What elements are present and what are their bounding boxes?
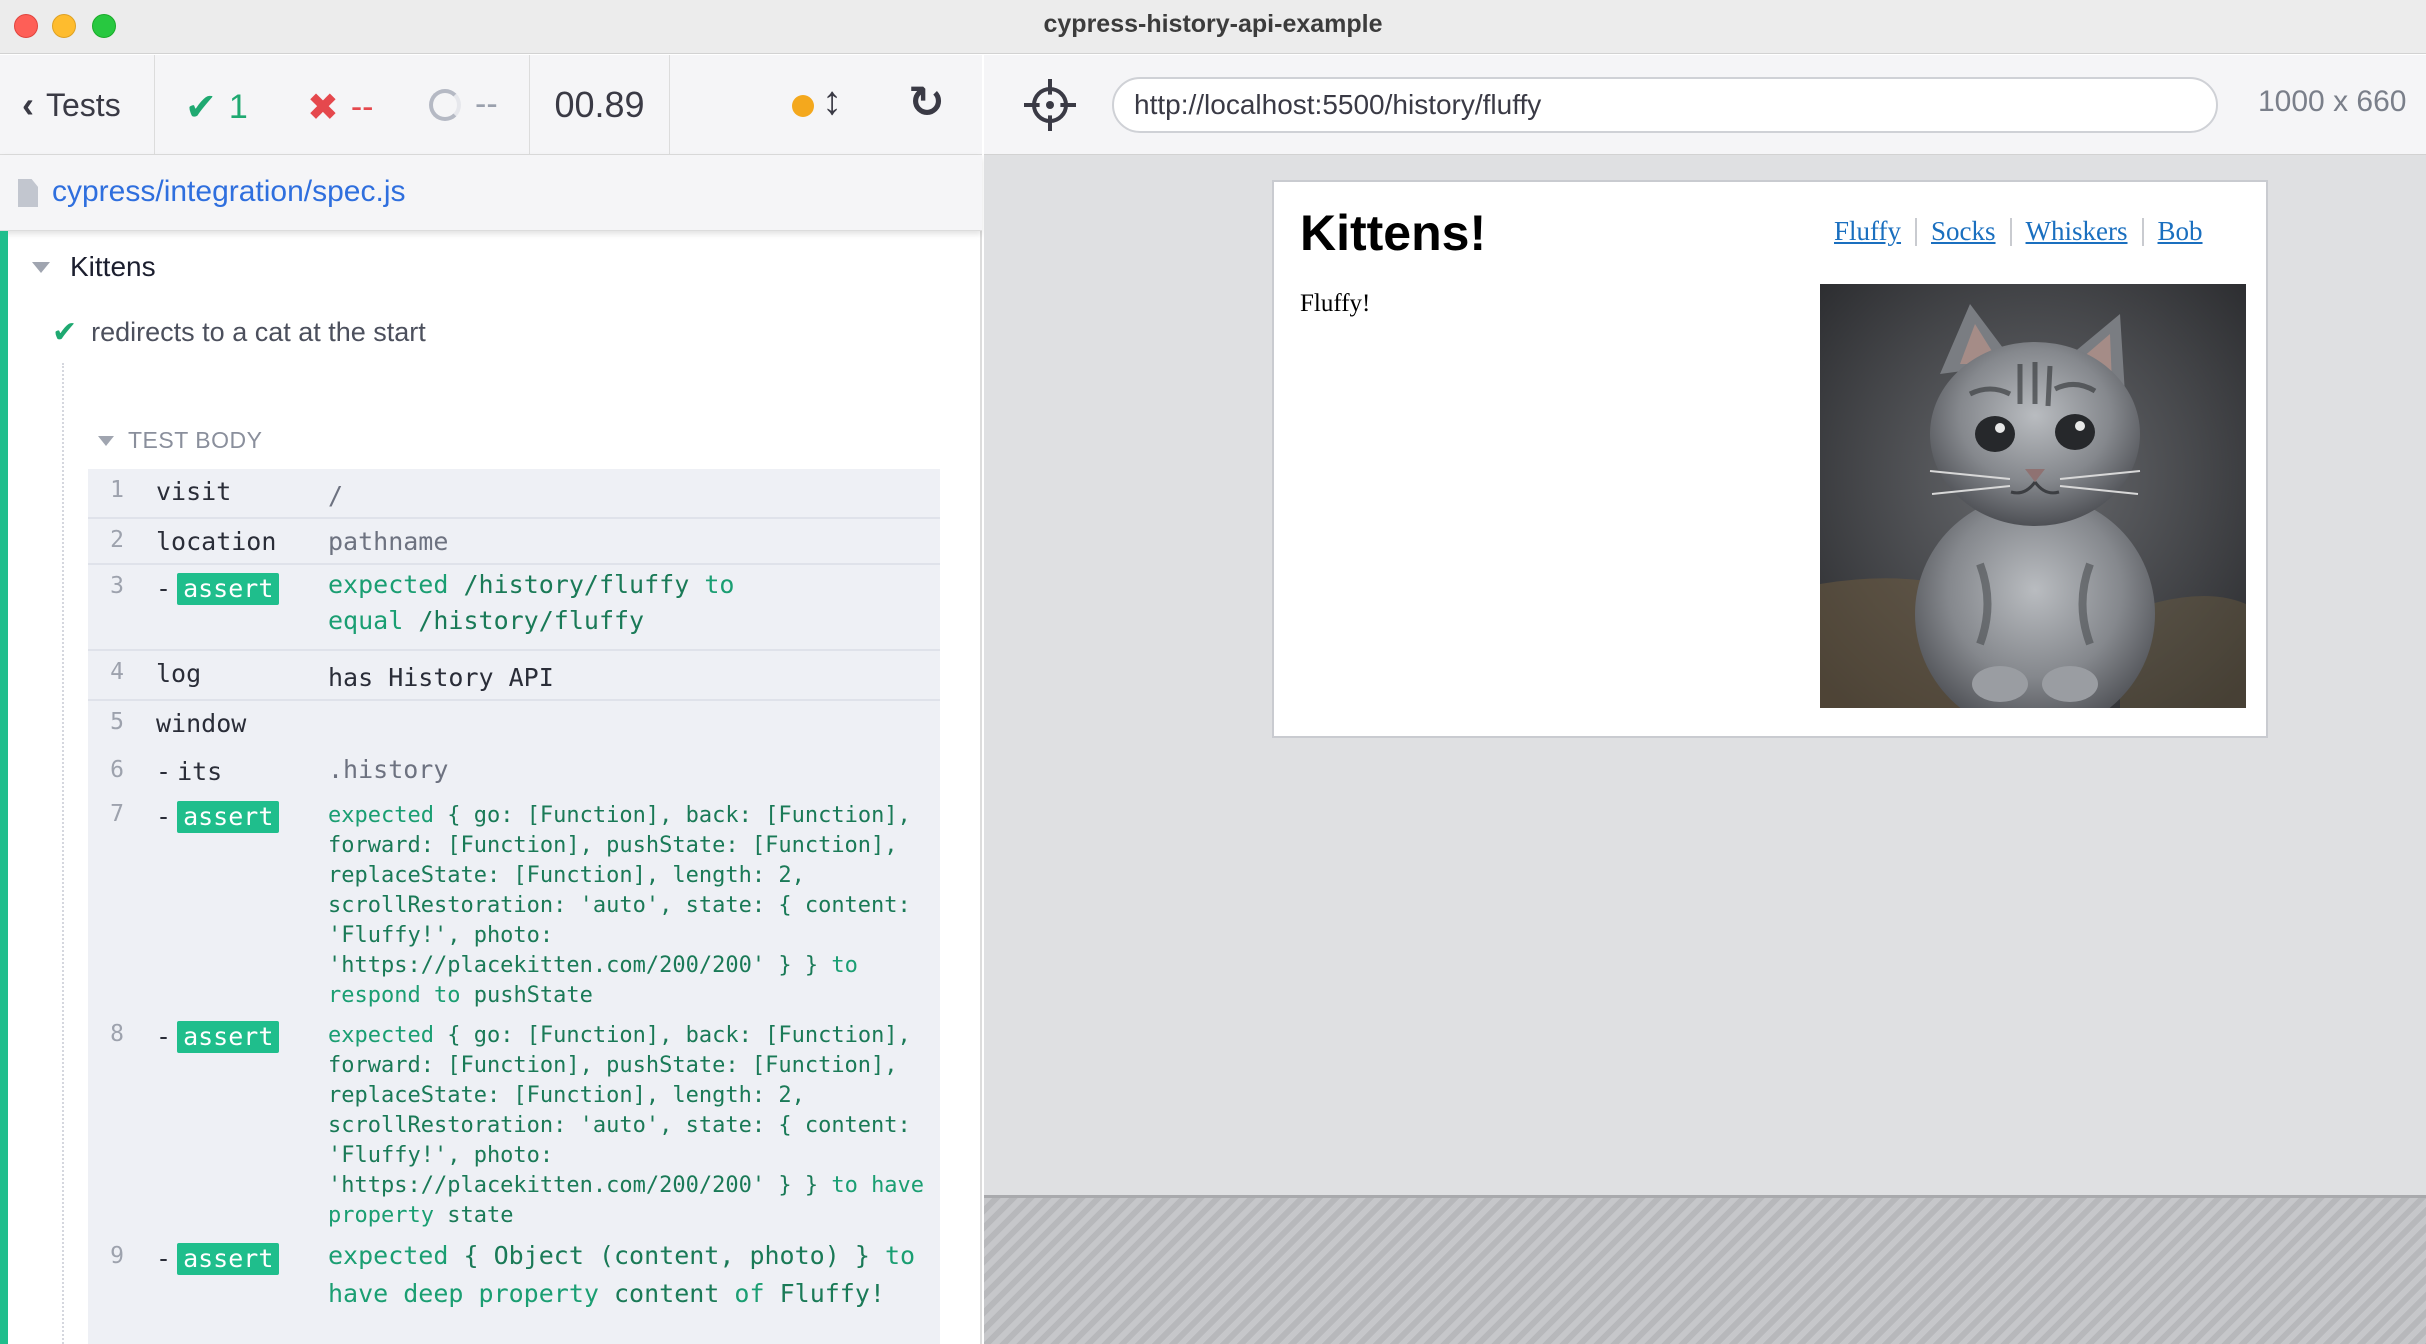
test-tree: Kittens ✔ redirects to a cat at the star… — [0, 231, 982, 1344]
reporter-header: ‹ Tests ✔ 1 ✖ -- -- 00.89 ↕ ↻ — [0, 55, 982, 155]
pass-indicator-rail — [0, 231, 8, 1344]
passed-count: ✔ 1 — [185, 85, 248, 130]
command-row[interactable]: 6 its .history — [88, 749, 940, 793]
window-titlebar: cypress-history-api-example — [0, 0, 2426, 54]
address-bar: 1000 x 660 — [984, 55, 2426, 155]
chevron-left-icon: ‹ — [22, 84, 34, 125]
url-field[interactable] — [1112, 77, 2218, 133]
command-name: window — [156, 709, 247, 738]
command-message — [328, 701, 940, 719]
command-name: assert — [156, 1243, 280, 1275]
command-name: its — [156, 757, 222, 786]
command-number: 8 — [110, 1021, 124, 1047]
nav-link-fluffy[interactable]: Fluffy — [1834, 216, 1901, 247]
test-stats: ✔ 1 ✖ -- -- — [155, 55, 530, 155]
failed-count-value: -- — [350, 88, 374, 126]
app-nav: Fluffy Socks Whiskers Bob — [1834, 216, 2203, 247]
status-dot-icon — [792, 95, 814, 117]
run-duration: 00.89 — [530, 55, 670, 155]
command-name: assert — [156, 801, 280, 833]
back-to-tests-button[interactable]: ‹ Tests — [0, 55, 155, 155]
assert-badge: assert — [177, 573, 280, 605]
command-name: assert — [156, 1021, 280, 1053]
assert-badge: assert — [177, 1243, 280, 1275]
nav-divider — [1915, 217, 1918, 246]
app-title: Kittens! — [1300, 205, 1487, 261]
command-row[interactable]: 4 log has History API — [88, 651, 940, 701]
nav-link-bob[interactable]: Bob — [2158, 216, 2203, 247]
command-message: .history — [328, 755, 449, 784]
command-name: log — [156, 659, 202, 688]
spinner-icon — [429, 88, 461, 121]
caret-down-icon — [32, 261, 50, 273]
reporter-panel: ‹ Tests ✔ 1 ✖ -- -- 00.89 ↕ ↻ cypress/in… — [0, 55, 982, 1344]
file-icon — [18, 179, 38, 207]
command-number: 3 — [110, 573, 124, 599]
x-icon: ✖ — [307, 87, 339, 129]
reload-icon[interactable]: ↻ — [908, 77, 945, 128]
command-name: location — [156, 527, 277, 556]
command-number: 7 — [110, 801, 124, 827]
command-row[interactable]: 5 window — [88, 701, 940, 749]
caret-down-icon — [98, 435, 114, 446]
command-message: expected { go: [Function], back: [Functi… — [328, 1023, 925, 1228]
assert-badge: assert — [177, 801, 280, 833]
command-row[interactable]: 8 assert expected { go: [Function], back… — [88, 1013, 940, 1235]
passed-count-value: 1 — [228, 88, 248, 126]
viewport-size: 1000 x 660 — [2258, 85, 2407, 118]
command-name: assert — [156, 573, 280, 605]
app-content: Fluffy! — [1300, 290, 1371, 317]
command-number: 2 — [110, 527, 124, 553]
command-message: has History API — [328, 663, 554, 692]
nav-divider — [2141, 217, 2144, 246]
kitten-photo — [1820, 284, 2246, 708]
check-icon: ✔ — [185, 87, 217, 129]
command-number: 9 — [110, 1243, 124, 1269]
command-number: 6 — [110, 757, 124, 783]
check-icon: ✔ — [52, 316, 78, 349]
test-title: redirects to a cat at the start — [91, 317, 426, 347]
test-body-toggle[interactable]: TEST BODY — [98, 427, 262, 454]
test-row[interactable]: ✔ redirects to a cat at the start — [52, 315, 426, 350]
command-log: 1 visit / 2 location pathname 3 assert e… — [88, 469, 940, 1344]
spec-file-link[interactable]: cypress/integration/spec.js — [52, 175, 406, 209]
pending-count: -- — [429, 85, 498, 124]
pending-count-value: -- — [475, 85, 498, 123]
command-number: 5 — [110, 709, 124, 735]
window-title: cypress-history-api-example — [1043, 10, 1383, 38]
suite-row[interactable]: Kittens — [32, 251, 156, 283]
command-name: visit — [156, 477, 232, 506]
command-number: 4 — [110, 659, 124, 685]
test-body-label: TEST BODY — [128, 427, 263, 453]
command-row[interactable]: 3 assert expected /history/fluffy to equ… — [88, 565, 940, 651]
command-row[interactable]: 2 location pathname — [88, 519, 940, 565]
command-message: expected { Object (content, photo) } to … — [328, 1241, 916, 1308]
command-message: expected { go: [Function], back: [Functi… — [328, 803, 911, 1008]
test-body-rail — [62, 363, 64, 1344]
spec-bar: cypress/integration/spec.js — [0, 155, 982, 231]
command-message: pathname — [328, 527, 449, 556]
suite-title: Kittens — [70, 251, 156, 282]
command-message: / — [328, 481, 344, 510]
viewport-background — [984, 1195, 2426, 1344]
command-row[interactable]: 9 assert expected { Object (content, pho… — [88, 1235, 940, 1344]
command-row[interactable]: 1 visit / — [88, 469, 940, 519]
nav-link-socks[interactable]: Socks — [1931, 216, 1996, 247]
back-to-tests-label: Tests — [46, 86, 121, 123]
crosshair-icon[interactable] — [1024, 79, 1076, 131]
reporter-controls: ↕ ↻ — [670, 55, 982, 155]
arrows-up-down-icon[interactable]: ↕ — [822, 79, 842, 124]
browser-panel: 1000 x 660 Kittens! Fluffy Socks Whisker… — [984, 55, 2426, 1344]
command-message: expected /history/fluffy to equal /histo… — [328, 570, 735, 635]
nav-divider — [2009, 217, 2012, 246]
assert-badge: assert — [177, 1021, 280, 1053]
nav-link-whiskers[interactable]: Whiskers — [2026, 216, 2128, 247]
command-row[interactable]: 7 assert expected { go: [Function], back… — [88, 793, 940, 1013]
failed-count: ✖ -- — [307, 85, 374, 130]
app-preview: Kittens! Fluffy Socks Whiskers Bob Fluff… — [1272, 180, 2268, 738]
command-number: 1 — [110, 477, 124, 503]
